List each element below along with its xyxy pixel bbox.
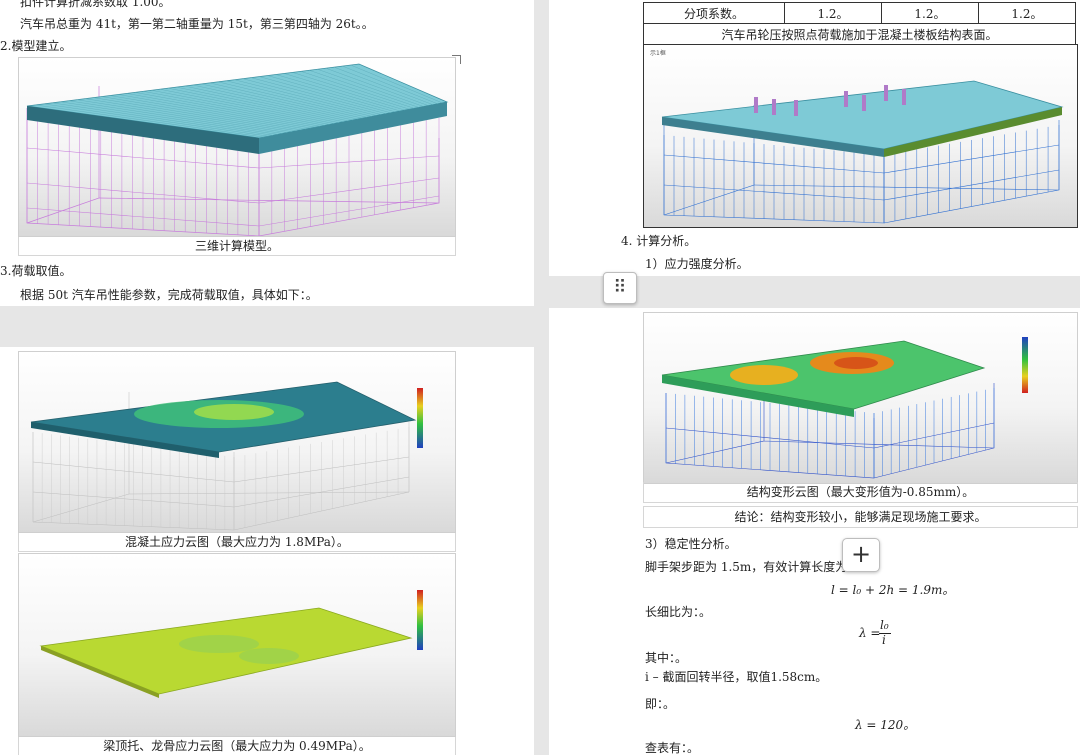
- beam-stress-render-image: [39, 590, 423, 698]
- color-legend-bar: [417, 388, 423, 448]
- table-row: 汽车吊轮压按照点荷载施加于混凝土楼板结构表面。: [643, 23, 1076, 45]
- wheel-load-marker: [862, 95, 866, 111]
- load-factor-table: 分项系数。 1.2。 1.2。 1.2。 汽车吊轮压按照点荷载施加于混凝土楼板结…: [643, 2, 1077, 45]
- deformation-render-image: [661, 337, 1028, 479]
- table-cell-label: 分项系数。: [643, 2, 785, 24]
- figure-beam-stress: [18, 553, 456, 737]
- label-where: 其中：。: [645, 651, 688, 665]
- table-cell: 1.2。: [784, 2, 882, 24]
- wheel-load-render-image: 示1框: [650, 49, 1064, 224]
- slab-top-surface: [661, 340, 986, 410]
- paragraph-crane-weights: 汽车吊总重为 41t，第一第二轴重量为 15t，第三第四轴为 26t。。: [20, 17, 374, 31]
- table-row: 分项系数。 1.2。 1.2。 1.2。: [643, 2, 1077, 24]
- formula-lambda-numerator: l₀: [880, 618, 889, 632]
- deformation-peak: [834, 357, 878, 369]
- deformation-zone: [730, 365, 798, 385]
- conclusion-box: 结论：结构变形较小，能够满足现场施工要求。: [643, 506, 1078, 528]
- heading-stability-analysis: 3）稳定性分析。: [645, 537, 737, 551]
- stress-zone: [179, 635, 259, 653]
- document-page-top-left: 扣件计算折减系数取 1.00。 汽车吊总重为 41t，第一第二轴重量为 15t，…: [0, 0, 534, 306]
- definition-radius-gyration: i – 截面回转半径，取值1.58cm。: [645, 670, 828, 684]
- paragraph-reduction-factor: 扣件计算折减系数取 1.00。: [20, 0, 171, 9]
- formula-lambda-value: λ = 120。: [855, 718, 916, 732]
- add-block-button[interactable]: +: [842, 538, 880, 572]
- figure-deformation: [643, 312, 1078, 484]
- heading-load-values: 3.荷载取值。: [0, 264, 72, 278]
- color-legend-bar: [1022, 337, 1028, 393]
- table-cell: 1.2。: [880, 2, 979, 24]
- document-page-top-right: 分项系数。 1.2。 1.2。 1.2。 汽车吊轮压按照点荷载施加于混凝土楼板结…: [549, 0, 1080, 276]
- wheel-load-marker: [754, 97, 758, 113]
- formula-effective-length: l = l₀ + 2h = 1.9m。: [831, 583, 955, 597]
- caption-3d-model: 三维计算模型。: [18, 237, 456, 256]
- wheel-load-marker: [794, 100, 798, 116]
- color-legend-bar: [417, 590, 423, 650]
- caption-beam-stress: 梁顶托、龙骨应力云图（最大应力为 0.49MPa）。: [18, 737, 456, 755]
- figure-wheel-load-model: 示1框: [643, 44, 1078, 228]
- wheel-load-marker: [844, 91, 848, 107]
- paragraph-step-length: 脚手架步距为 1.5m，有效计算长度为: [645, 560, 848, 574]
- heading-model-setup: 2.模型建立。: [0, 39, 72, 53]
- slab-top-surface: [661, 80, 1064, 150]
- model-render-image: [26, 63, 449, 236]
- paragraph-load-params: 根据 50t 汽车吊性能参数，完成荷载取值，具体如下：。: [20, 288, 318, 302]
- label-lookup: 查表有：。: [645, 741, 700, 755]
- svg-text:示1框: 示1框: [650, 49, 666, 57]
- wheel-load-marker: [902, 89, 906, 105]
- caption-concrete-stress: 混凝土应力云图（最大应力为 1.8MPa）。: [18, 533, 456, 552]
- wheel-load-marker: [772, 99, 776, 115]
- heading-analysis: 4. 计算分析。: [621, 234, 697, 248]
- stress-zone: [239, 648, 299, 664]
- formula-lambda-lhs: λ =: [859, 626, 881, 640]
- document-page-bottom-left: 混凝土应力云图（最大应力为 1.8MPa）。 梁顶托、龙骨应力云图（最大应力为 …: [0, 347, 534, 755]
- concrete-stress-render-image: [30, 381, 423, 531]
- formula-lambda-denominator: i: [882, 633, 886, 647]
- stress-peak-zone: [194, 404, 274, 420]
- label-thus: 即：。: [645, 697, 676, 711]
- wheel-load-marker: [884, 85, 888, 101]
- heading-stress-analysis: 1）应力强度分析。: [645, 257, 749, 271]
- figure-concrete-stress: [18, 351, 456, 533]
- corner-mark: [452, 55, 461, 64]
- document-page-bottom-right: 结构变形云图（最大变形值为-0.85mm）。 结论：结构变形较小，能够满足现场施…: [549, 308, 1080, 755]
- label-slenderness: 长细比为：。: [645, 605, 712, 619]
- drag-handle-button[interactable]: ⠿: [603, 272, 637, 304]
- table-note-cell: 汽车吊轮压按照点荷载施加于混凝土楼板结构表面。: [643, 23, 1076, 45]
- table-cell: 1.2。: [977, 2, 1077, 24]
- caption-deformation: 结构变形云图（最大变形值为-0.85mm）。: [643, 482, 1078, 503]
- figure-3d-model: [18, 57, 456, 237]
